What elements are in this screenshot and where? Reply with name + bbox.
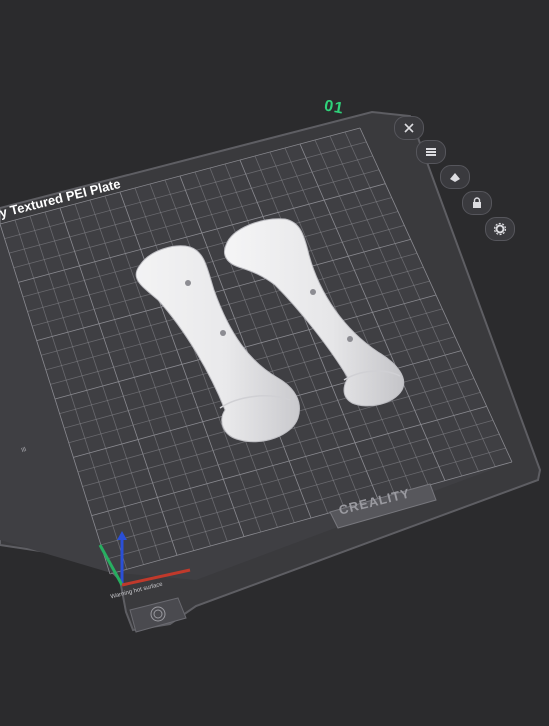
close-plate-button[interactable] bbox=[394, 116, 424, 140]
list-icon bbox=[426, 148, 436, 156]
plate-settings-button[interactable] bbox=[485, 217, 515, 241]
orient-icon bbox=[450, 173, 460, 182]
viewport-3d[interactable]: ≡ bbox=[0, 0, 549, 726]
lock-plate-button[interactable] bbox=[462, 191, 492, 215]
orient-button[interactable] bbox=[440, 165, 470, 189]
close-icon bbox=[404, 123, 414, 133]
plate-number: 01 bbox=[322, 97, 346, 118]
gear-icon bbox=[493, 222, 507, 236]
lock-icon bbox=[473, 197, 481, 208]
arrange-button[interactable] bbox=[416, 140, 446, 164]
